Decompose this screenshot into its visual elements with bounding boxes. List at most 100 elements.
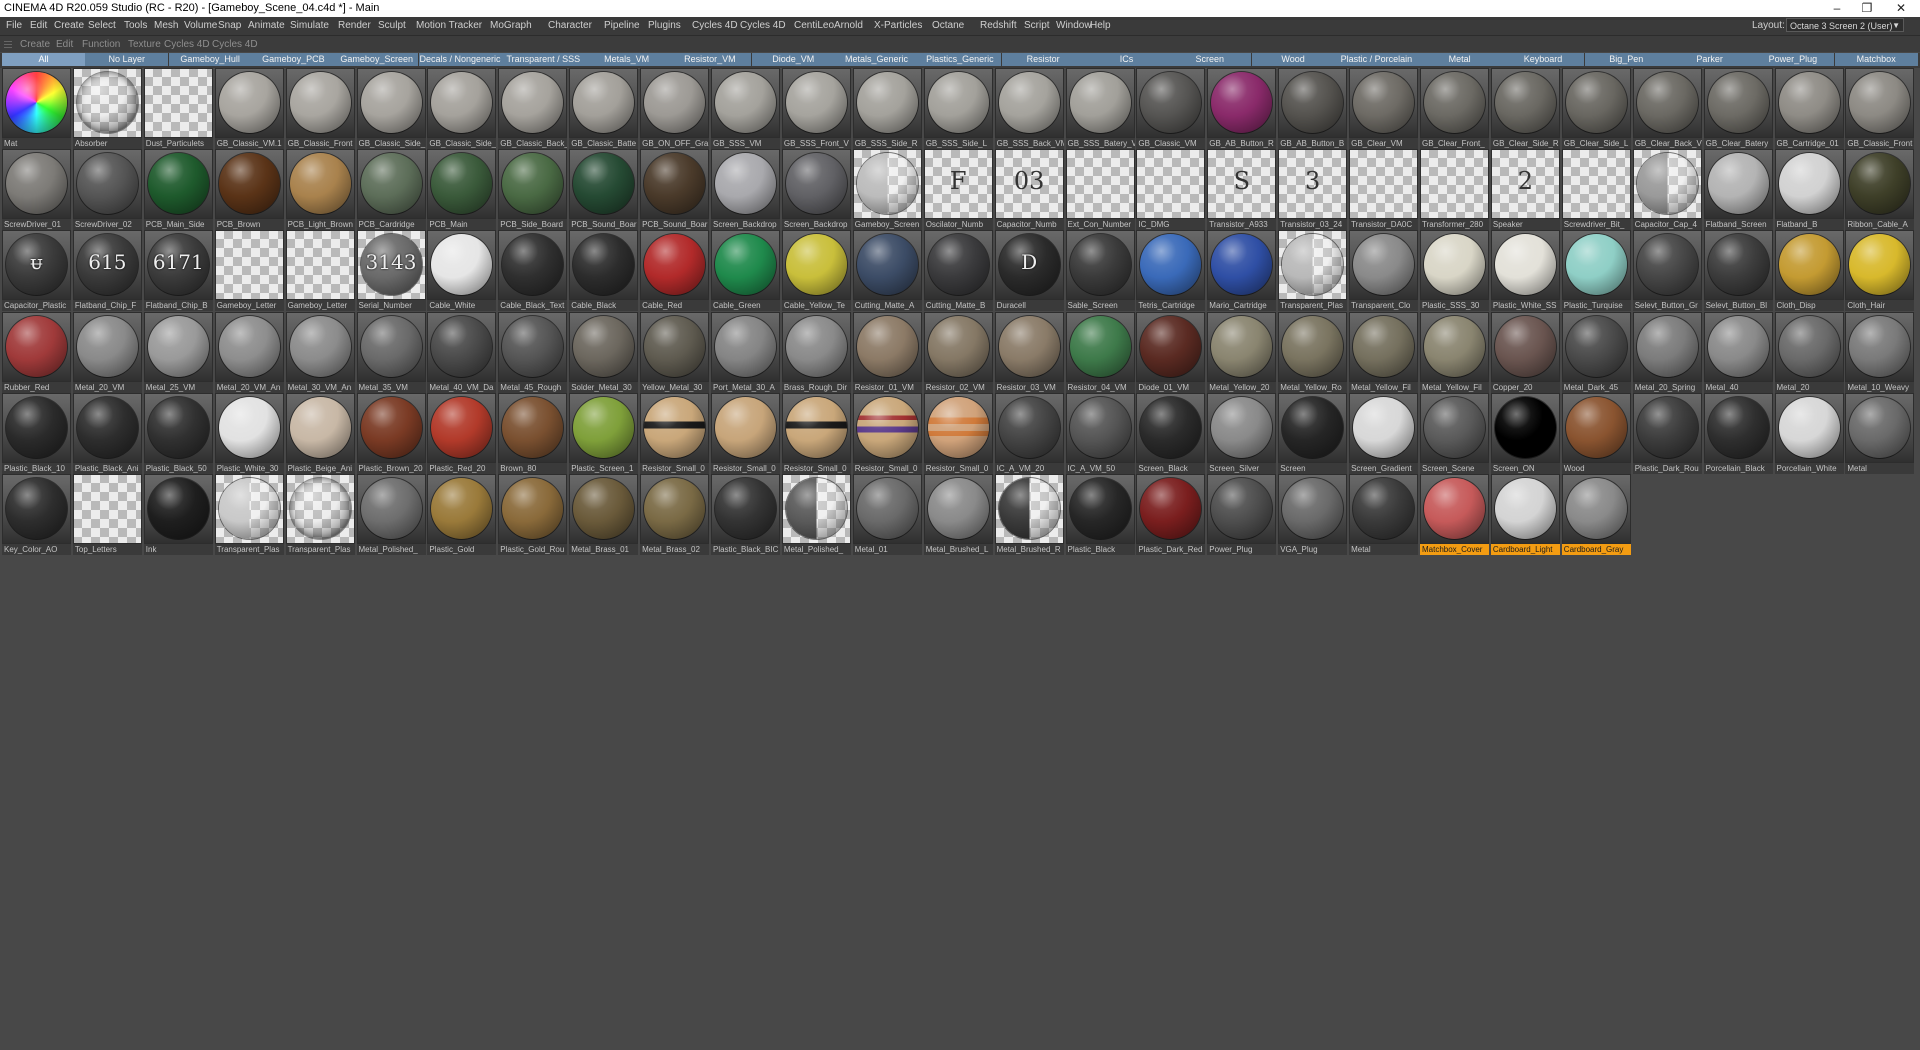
material-tile[interactable]: Transformer_280 [1420, 149, 1489, 231]
material-tile[interactable]: Resistor_Small_0 [640, 392, 710, 474]
material-tile[interactable]: Cable_Black_Text [498, 230, 568, 312]
material-tile[interactable]: Capacitor_Cap_4 [1632, 149, 1702, 231]
material-menu-cycles-4d[interactable]: Cycles 4D [212, 39, 258, 50]
material-tile[interactable]: Metal_Brushed_R [994, 474, 1064, 555]
material-tile[interactable]: F Oscilator_Numb [923, 149, 993, 231]
material-tile[interactable]: GB_ON_OFF_Gra [640, 68, 710, 149]
material-tile[interactable]: Metal_10_Weavy [1845, 311, 1915, 393]
material-tile[interactable]: Metal_Yellow_Ro [1278, 311, 1348, 393]
material-tile[interactable]: Resistor_04_VM [1065, 311, 1135, 393]
material-tile[interactable]: GB_Clear_Batery [1703, 68, 1773, 149]
material-tile[interactable]: 6171 Flatband_Chip_B [143, 230, 213, 312]
layer-tab-plastic-porcelain[interactable]: Plastic / Porcelain [1334, 53, 1419, 66]
material-tile[interactable]: Transparent_Clo [1349, 230, 1419, 312]
material-tile[interactable]: Plastic_Red_20 [427, 392, 497, 474]
material-tile[interactable]: Ink [143, 474, 213, 555]
material-tile[interactable]: GB_SSS_Front_V [781, 68, 851, 149]
material-tile[interactable]: Metal_Yellow_Fil [1420, 311, 1489, 393]
material-tile[interactable]: PCB_Main [427, 149, 497, 231]
material-tile[interactable]: Plastic_Black_Ani [72, 392, 142, 474]
material-tile[interactable]: Metal_Polished_ [356, 474, 426, 555]
menu-mesh[interactable]: Mesh [154, 20, 178, 31]
material-tile[interactable]: GB_SSS_VM [711, 68, 780, 149]
material-tile[interactable]: Cable_Yellow_Te [781, 230, 851, 312]
layer-tab-plastics-generic[interactable]: Plastics_Generic [918, 53, 1003, 66]
menu-select[interactable]: Select [88, 20, 116, 31]
layer-tab-big-pen[interactable]: Big_Pen [1584, 53, 1669, 66]
menu-help[interactable]: Help [1090, 20, 1111, 31]
material-tile[interactable]: Metal_Brushed_L [923, 474, 993, 555]
material-tile[interactable]: Plastic_White_30 [214, 392, 284, 474]
menu-file[interactable]: File [6, 20, 22, 31]
menu-script[interactable]: Script [1024, 20, 1050, 31]
menu-centileo[interactable]: CentiLeo [794, 20, 834, 31]
material-tile[interactable]: Metal_01 [852, 474, 922, 555]
material-tile[interactable]: Metal_40 [1703, 311, 1773, 393]
menu-sculpt[interactable]: Sculpt [378, 20, 406, 31]
menu-render[interactable]: Render [338, 20, 371, 31]
material-tile[interactable]: PCB_Sound_Boar [640, 149, 710, 231]
layer-tab-ics[interactable]: ICs [1084, 53, 1169, 66]
material-tile[interactable]: D Duracell [994, 230, 1064, 312]
material-tile[interactable]: Plastic_Gold [427, 474, 497, 555]
material-tile[interactable]: Transistor_DA0C [1349, 149, 1419, 231]
material-tile[interactable]: GB_Clear_VM [1349, 68, 1419, 149]
menu-create[interactable]: Create [54, 20, 84, 31]
material-tile[interactable]: Screen_Backdrop [711, 149, 780, 231]
material-tile[interactable]: GB_Classic_Front [1845, 68, 1915, 149]
material-tile[interactable]: Brass_Rough_Dir [781, 311, 851, 393]
material-tile[interactable]: 2 Speaker [1490, 149, 1560, 231]
material-tile[interactable]: GB_Clear_Back_V [1632, 68, 1702, 149]
menu-cycles-4d[interactable]: Cycles 4D [740, 20, 786, 31]
material-tile[interactable]: PCB_Cardridge [356, 149, 426, 231]
material-tile[interactable]: Cloth_Disp [1774, 230, 1844, 312]
material-tile[interactable]: Metal_35_VM [356, 311, 426, 393]
menu-volume[interactable]: Volume [184, 20, 217, 31]
material-tile[interactable]: PCB_Brown [214, 149, 284, 231]
material-tile[interactable]: Screen_Gradient [1349, 392, 1419, 474]
material-tile[interactable]: Metal_Brass_02 [640, 474, 710, 555]
layer-tab-resistor[interactable]: Resistor [1001, 53, 1086, 66]
material-tile[interactable]: ScrewDriver_01 [2, 149, 71, 231]
material-tile[interactable]: Plastic_Black_50 [143, 392, 213, 474]
material-tile[interactable]: PCB_Side_Board [498, 149, 568, 231]
material-tile[interactable]: Plastic_Screen_1 [569, 392, 639, 474]
material-tile[interactable]: GB_SSS_Side_R [852, 68, 922, 149]
material-tile[interactable]: ᵾ Capacitor_Plastic [2, 230, 71, 312]
material-tile[interactable]: Metal_Polished_ [781, 474, 851, 555]
layer-tab-no-layer[interactable]: No Layer [85, 53, 170, 66]
material-menu-function[interactable]: Function [82, 39, 120, 50]
menu-edit[interactable]: Edit [30, 20, 47, 31]
material-tile[interactable]: Rubber_Red [2, 311, 71, 393]
material-tile[interactable]: Plastic_Black_BIC [711, 474, 780, 555]
layer-tab-gameboy-hull[interactable]: Gameboy_Hull [168, 53, 253, 66]
material-tile[interactable]: Metal_Yellow_Fil [1349, 311, 1419, 393]
material-tile[interactable]: IC_A_VM_20 [994, 392, 1064, 474]
layer-tab-metals-vm[interactable]: Metals_VM [585, 53, 670, 66]
menu-simulate[interactable]: Simulate [290, 20, 329, 31]
material-tile[interactable]: Metal_20_VM [72, 311, 142, 393]
material-tile[interactable]: Cable_Black [569, 230, 639, 312]
material-tile[interactable]: 3143 Serial_Number [356, 230, 426, 312]
material-tile[interactable]: Metal_Yellow_20 [1207, 311, 1277, 393]
material-tile[interactable]: Cutting_Matte_A [852, 230, 922, 312]
material-tile[interactable]: Wood [1561, 392, 1631, 474]
material-menu-cycles-4d[interactable]: Cycles 4D [164, 39, 210, 50]
layer-tab-gameboy-pcb[interactable]: Gameboy_PCB [251, 53, 336, 66]
material-tile[interactable]: Metal_20 [1774, 311, 1844, 393]
material-menu-texture[interactable]: Texture [128, 39, 161, 50]
material-tile[interactable]: Matchbox_Cover [1420, 474, 1489, 555]
menu-octane[interactable]: Octane [932, 20, 964, 31]
material-tile[interactable]: Metal_45_Rough [498, 311, 568, 393]
material-tile[interactable]: Port_Metal_30_A [711, 311, 780, 393]
material-tile[interactable]: PCB_Sound_Boar [569, 149, 639, 231]
menu-redshift[interactable]: Redshift [980, 20, 1017, 31]
material-tile[interactable]: Plastic_SSS_30 [1420, 230, 1489, 312]
material-tile[interactable]: Metal_20_VM_An [214, 311, 284, 393]
material-menu-create[interactable]: Create [20, 39, 50, 50]
material-tile[interactable]: GB_Classic_VM [1136, 68, 1206, 149]
material-tile[interactable]: Screen_ON [1490, 392, 1560, 474]
material-tile[interactable]: PCB_Main_Side [143, 149, 213, 231]
material-tile[interactable]: GB_SSS_Side_L [923, 68, 993, 149]
layer-tab-metals-generic[interactable]: Metals_Generic [835, 53, 920, 66]
